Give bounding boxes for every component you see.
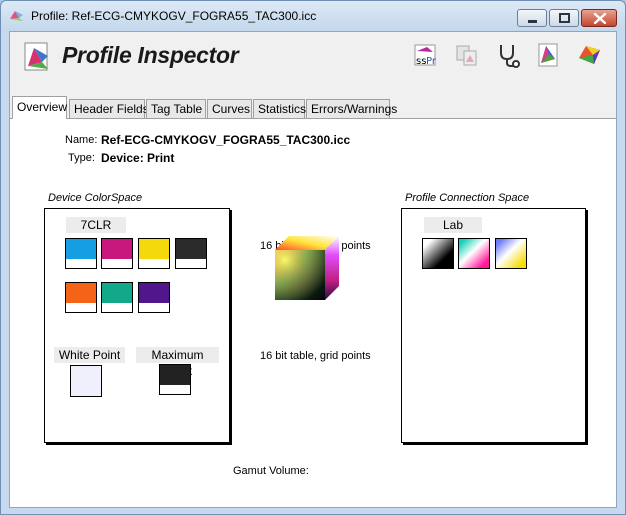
pcs-label: Profile Connection Space <box>405 192 530 204</box>
gamut-3d-icon[interactable] <box>576 42 602 68</box>
colorant-fill <box>139 283 169 303</box>
svg-text:Pr: Pr <box>426 56 437 67</box>
maximize-icon <box>559 13 570 23</box>
tab-label: Overview <box>17 100 68 114</box>
tab-errors-warnings[interactable]: Errors/Warnings <box>306 99 397 118</box>
colorant-swatch <box>65 282 97 313</box>
gamut-triangle-icon[interactable] <box>536 42 562 68</box>
tab-strip: Overview Header Fields Tag Table Curves … <box>10 96 616 119</box>
colorant-fill <box>176 239 206 259</box>
colorant-fill <box>102 239 132 259</box>
window-title: Profile: Ref-ECG-CMYKOGV_FOGRA55_TAC300.… <box>31 9 317 23</box>
tab-overview[interactable]: Overview <box>12 96 67 119</box>
lab-a-swatch <box>458 238 490 269</box>
profile-compare-icon[interactable]: ss Pr <box>412 42 438 68</box>
colorant-fill <box>139 239 169 259</box>
colorant-fill <box>66 239 96 259</box>
name-label: Name: <box>65 134 98 146</box>
colorant-fill <box>66 283 96 303</box>
close-button[interactable] <box>581 9 617 27</box>
tab-header-fields[interactable]: Header Fields <box>69 99 149 118</box>
white-point-label: White Point <box>54 347 125 363</box>
profile-copy-icon[interactable] <box>454 42 480 68</box>
max-black-fill <box>160 365 190 385</box>
tab-curves[interactable]: Curves <box>207 99 252 118</box>
tab-tag-table[interactable]: Tag Table <box>146 99 206 118</box>
colorant-swatch <box>65 238 97 269</box>
tab-label: Header Fields <box>74 102 149 116</box>
type-label: Type: <box>68 152 95 164</box>
profile-name: Ref-ECG-CMYKOGV_FOGRA55_TAC300.icc <box>101 133 351 147</box>
max-black-label: Maximum Black <box>136 347 219 378</box>
lab-lightness-fill <box>423 239 453 268</box>
device-colorspace-label: Device ColorSpace <box>48 192 143 204</box>
app-icon <box>10 11 23 21</box>
app-title: Profile Inspector <box>62 42 239 68</box>
max-black-swatch <box>159 364 191 395</box>
device-colorspace-name: 7CLR <box>66 217 126 233</box>
title-bar[interactable]: Profile: Ref-ECG-CMYKOGV_FOGRA55_TAC300.… <box>1 1 625 31</box>
color-cube-icon <box>275 236 339 300</box>
colorant-swatch <box>138 282 170 313</box>
tab-label: Tag Table <box>151 102 203 116</box>
svg-text:ss: ss <box>416 56 426 67</box>
tab-statistics[interactable]: Statistics <box>253 99 307 118</box>
b2a-table-info: 16 bit table, grid points <box>260 350 371 362</box>
colorant-fill <box>102 283 132 303</box>
tab-label: Errors/Warnings <box>311 102 398 116</box>
gamut-volume-label: Gamut Volume: <box>233 465 309 477</box>
close-icon <box>593 12 607 25</box>
app-window: Profile: Ref-ECG-CMYKOGV_FOGRA55_TAC300.… <box>0 0 626 515</box>
colorant-swatch <box>138 238 170 269</box>
minimize-button[interactable] <box>517 9 547 27</box>
white-point-swatch <box>70 365 102 397</box>
lab-b-fill <box>496 239 526 268</box>
profile-type: Device: Print <box>101 151 175 165</box>
colorant-swatch <box>101 238 133 269</box>
lab-b-swatch <box>495 238 527 269</box>
app-logo-icon <box>24 42 48 71</box>
colorant-swatch <box>101 282 133 313</box>
lab-lightness-swatch <box>422 238 454 269</box>
stethoscope-icon[interactable] <box>495 42 521 68</box>
tab-label: Curves <box>212 102 251 116</box>
maximize-button[interactable] <box>549 9 579 27</box>
tab-label: Statistics <box>258 102 307 116</box>
lab-a-fill <box>459 239 489 268</box>
minimize-icon <box>528 20 537 23</box>
colorant-swatch <box>175 238 207 269</box>
pcs-name: Lab <box>424 217 482 233</box>
